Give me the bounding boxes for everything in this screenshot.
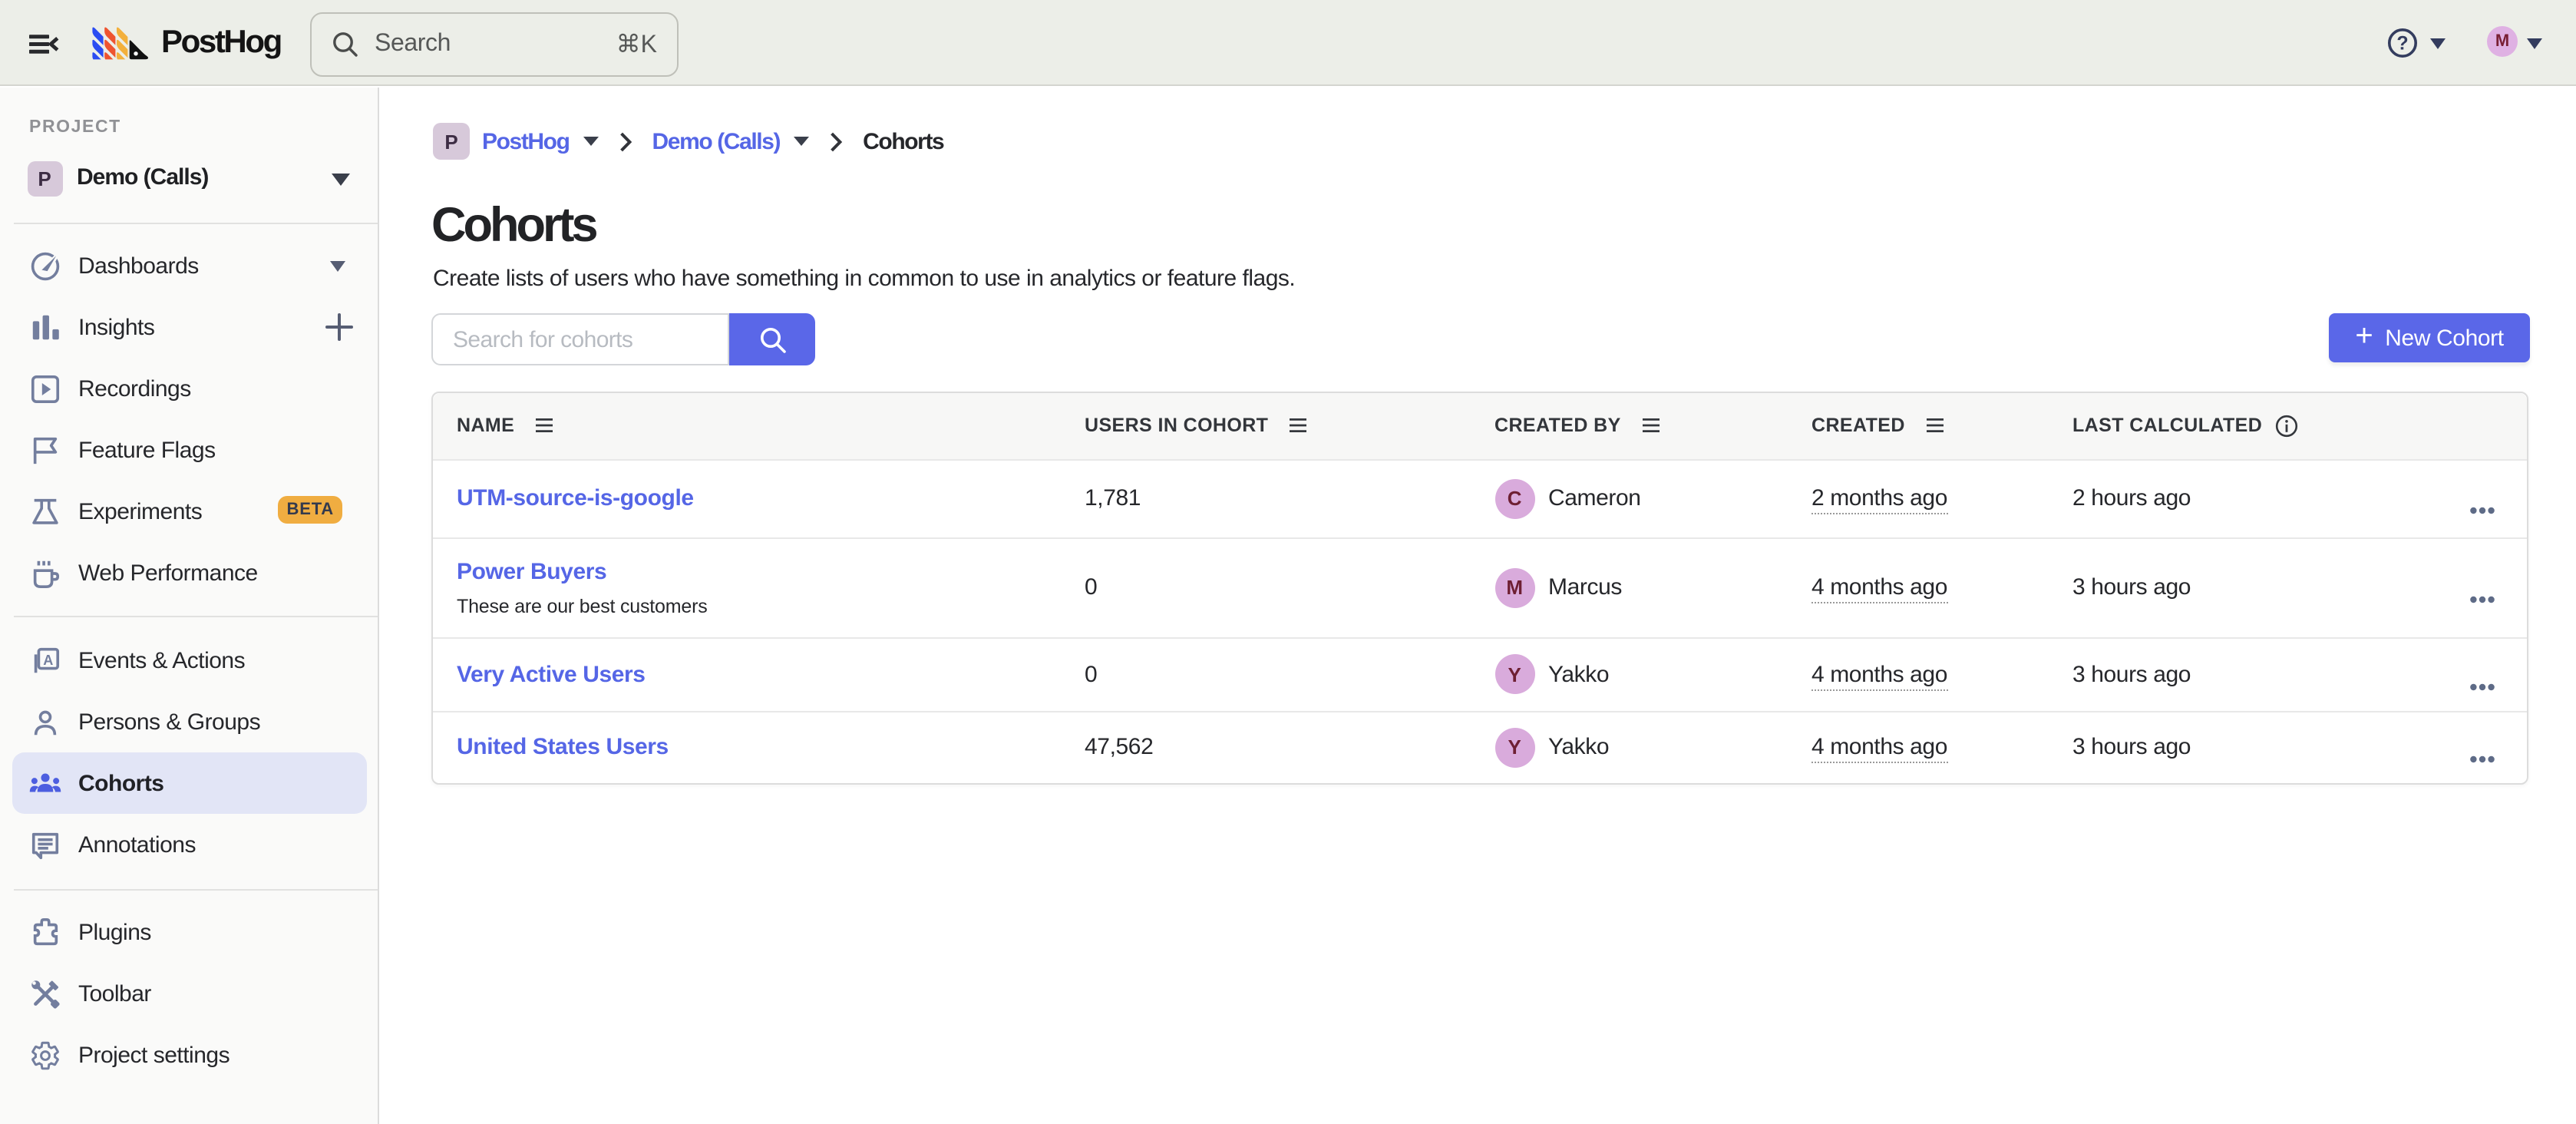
svg-text:A: A <box>43 652 53 667</box>
svg-text:?: ? <box>2396 32 2408 54</box>
